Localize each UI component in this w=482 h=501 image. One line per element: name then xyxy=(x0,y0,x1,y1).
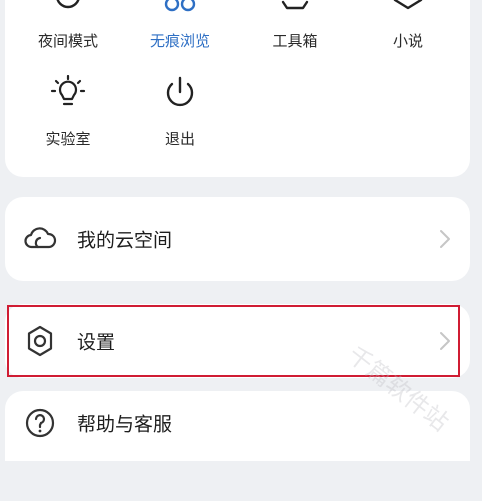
incognito-icon xyxy=(164,0,196,12)
lab-button[interactable]: 实验室 xyxy=(20,75,116,155)
novel-button[interactable]: 小说 xyxy=(360,0,456,60)
toolbox-button[interactable]: 工具箱 xyxy=(247,0,343,60)
exit-button[interactable]: 退出 xyxy=(132,75,228,155)
night-mode-button[interactable]: 夜间模式 xyxy=(20,0,116,60)
help-icon xyxy=(25,408,55,438)
lab-label: 实验室 xyxy=(45,130,91,148)
toolbox-icon xyxy=(281,0,309,10)
cloud-icon xyxy=(24,227,57,249)
settings-label: 设置 xyxy=(77,331,116,354)
night-mode-label: 夜间模式 xyxy=(37,32,98,50)
cloud-space-item[interactable]: 我的云空间 xyxy=(5,197,470,281)
incognito-button[interactable]: 无痕浏览 xyxy=(132,0,228,60)
incognito-label: 无痕浏览 xyxy=(149,32,210,50)
power-icon xyxy=(166,76,194,107)
gear-icon xyxy=(27,325,53,357)
help-support-label: 帮助与客服 xyxy=(77,413,173,436)
chevron-right-icon xyxy=(440,230,450,248)
bulb-icon xyxy=(50,75,86,106)
chevron-right-icon xyxy=(440,332,450,350)
toolbox-label: 工具箱 xyxy=(272,32,318,50)
book-icon xyxy=(393,0,423,10)
cloud-space-label: 我的云空间 xyxy=(77,229,173,252)
settings-item[interactable]: 设置 xyxy=(5,304,470,378)
exit-label: 退出 xyxy=(164,130,195,148)
help-support-item[interactable]: 帮助与客服 xyxy=(5,391,470,461)
moon-icon xyxy=(56,0,80,9)
novel-label: 小说 xyxy=(392,32,423,50)
